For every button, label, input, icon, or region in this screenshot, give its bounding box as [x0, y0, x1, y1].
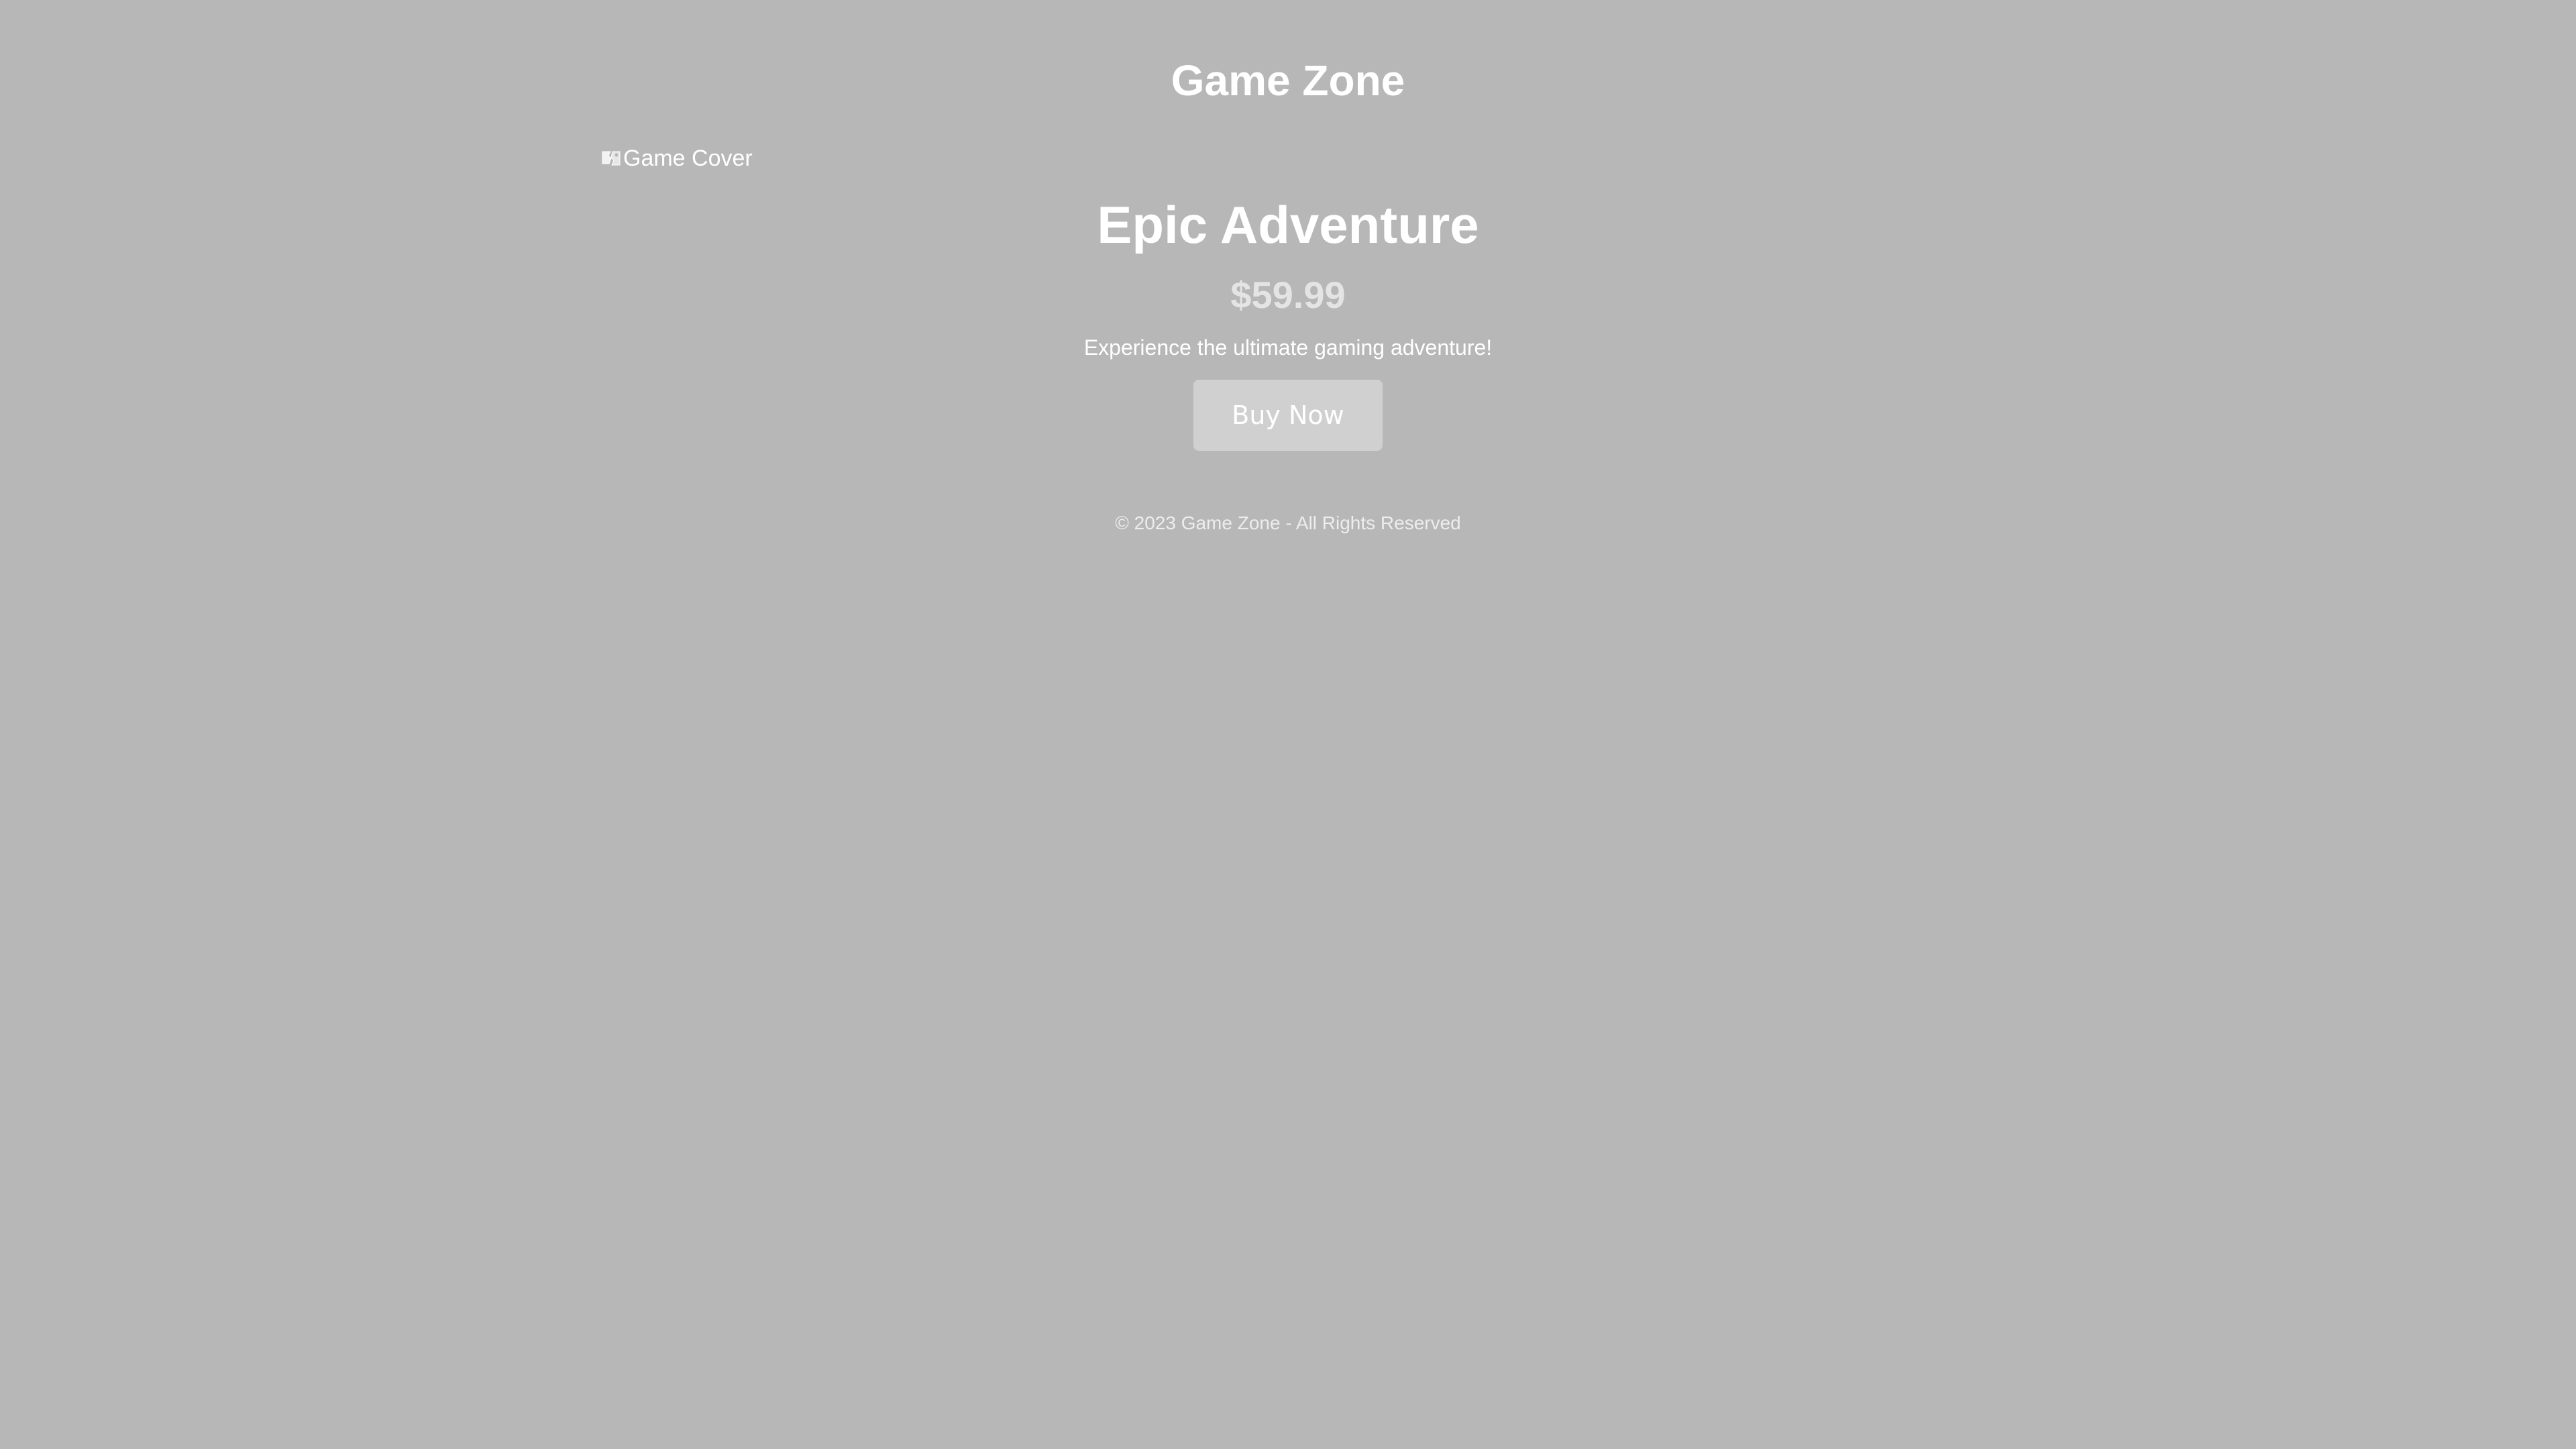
product-section: Epic Adventure $59.99 Experience the ult…	[0, 188, 2576, 451]
copyright-text: © 2023 Game Zone - All Rights Reserved	[1115, 513, 1461, 533]
game-cover-alt-text: Game Cover	[623, 145, 753, 171]
page: Game Zone Game Cover Epic Adventure $59.…	[0, 0, 2576, 1449]
site-footer: © 2023 Game Zone - All Rights Reserved	[0, 508, 2576, 538]
product-price: $59.99	[1230, 274, 1346, 316]
site-header: Game Zone	[0, 47, 2576, 114]
product-description: Experience the ultimate gaming adventure…	[1083, 335, 1493, 360]
broken-image-icon	[602, 151, 621, 166]
site-title: Game Zone	[1171, 56, 1405, 105]
buy-now-button[interactable]: Buy Now	[1193, 380, 1383, 451]
game-cover-image: Game Cover	[600, 142, 753, 174]
product-title: Epic Adventure	[1097, 195, 1479, 254]
